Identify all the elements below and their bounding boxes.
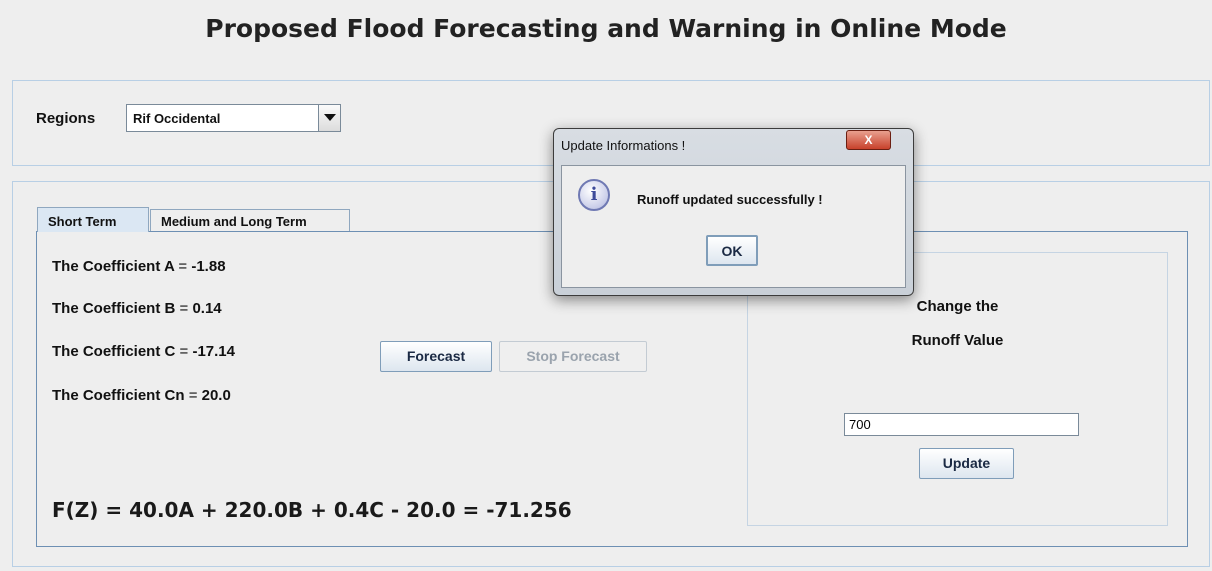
coefficient-a-value: -1.88 <box>191 258 226 275</box>
runoff-title-line2: Runoff Value <box>911 332 1004 349</box>
stop-forecast-button[interactable]: Stop Forecast <box>499 341 647 372</box>
equals-sign: = <box>178 258 188 275</box>
regions-selected-value: Rif Occidental <box>133 111 221 126</box>
coefficient-b-label: The Coefficient B <box>52 300 176 317</box>
close-icon[interactable]: X <box>846 130 891 150</box>
info-icon: i <box>578 179 610 211</box>
dropdown-arrow-button[interactable] <box>318 105 340 131</box>
coefficient-b: The Coefficient B = 0.14 <box>52 300 222 317</box>
coefficient-cn-value: 20.0 <box>201 387 231 404</box>
coefficient-c-label: The Coefficient C <box>52 343 176 360</box>
coefficient-c: The Coefficient C = -17.14 <box>52 343 235 360</box>
dialog-title: Update Informations ! <box>561 138 686 153</box>
ok-button[interactable]: OK <box>706 235 758 266</box>
update-button[interactable]: Update <box>919 448 1014 479</box>
coefficient-a: The Coefficient A = -1.88 <box>52 258 226 275</box>
app-title: Proposed Flood Forecasting and Warning i… <box>205 14 1007 43</box>
chevron-down-icon <box>324 114 336 121</box>
equals-sign: = <box>179 343 189 360</box>
coefficient-cn: The Coefficient Cn = 20.0 <box>52 387 231 404</box>
forecast-formula: F(Z) = 40.0A + 220.0B + 0.4C - 20.0 = -7… <box>52 498 572 522</box>
tab-medium-long-term[interactable]: Medium and Long Term <box>150 209 350 232</box>
runoff-value-input[interactable] <box>844 413 1079 436</box>
dialog-body <box>561 165 906 288</box>
tab-short-term[interactable]: Short Term <box>37 207 149 232</box>
coefficient-a-label: The Coefficient A <box>52 258 175 275</box>
coefficient-b-value: 0.14 <box>192 300 222 317</box>
regions-label: Regions <box>36 110 96 127</box>
regions-dropdown[interactable]: Rif Occidental <box>126 104 341 132</box>
coefficient-cn-label: The Coefficient Cn <box>52 387 185 404</box>
equals-sign: = <box>179 300 189 317</box>
equals-sign: = <box>188 387 198 404</box>
dialog-message: Runoff updated successfully ! <box>637 192 823 207</box>
coefficient-c-value: -17.14 <box>192 343 235 360</box>
forecast-button[interactable]: Forecast <box>380 341 492 372</box>
runoff-title-line1: Change the <box>916 298 999 315</box>
